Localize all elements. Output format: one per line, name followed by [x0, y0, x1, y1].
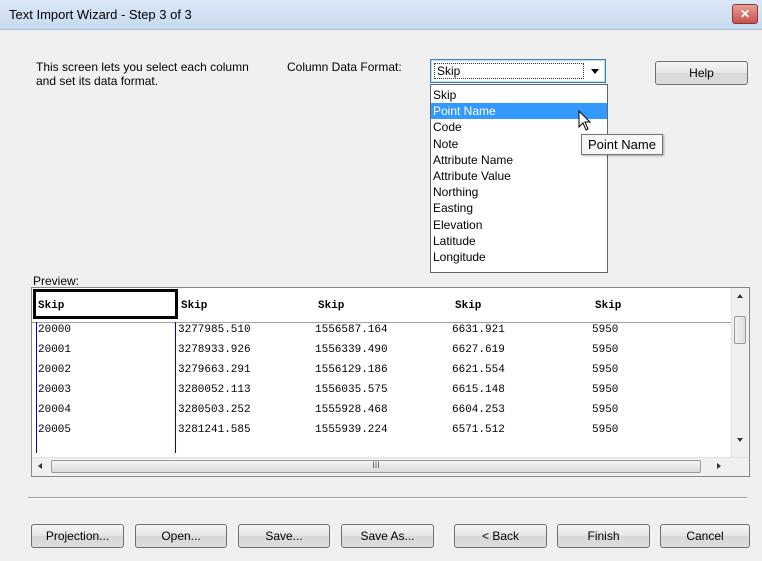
- tooltip: Point Name: [581, 134, 663, 155]
- table-cell: 6571.512: [452, 424, 505, 436]
- grid-header: Skip Skip Skip Skip Skip: [32, 288, 732, 323]
- table-cell: 3279663.291: [178, 364, 251, 376]
- back-button[interactable]: < Back: [454, 524, 547, 548]
- table-row: 20001 3278933.926 1556339.490 6627.619 5…: [32, 344, 732, 362]
- preview-grid[interactable]: Skip Skip Skip Skip Skip 20000 3277985.5…: [31, 287, 750, 477]
- table-cell: 1556587.164: [315, 324, 388, 336]
- table-cell: 1556339.490: [315, 344, 388, 356]
- column-header[interactable]: Skip: [318, 300, 344, 312]
- table-cell: 3277985.510: [178, 324, 251, 336]
- column-data-format-label: Column Data Format:: [287, 60, 402, 74]
- save-as-button[interactable]: Save As...: [341, 524, 434, 548]
- table-cell: 3281241.585: [178, 424, 251, 436]
- dropdown-option[interactable]: Easting: [431, 200, 607, 216]
- close-icon: ✕: [739, 7, 751, 21]
- window-title: Text Import Wizard - Step 3 of 3: [9, 7, 192, 22]
- vertical-scrollbar[interactable]: [731, 288, 749, 458]
- table-row: 20005 3281241.585 1555939.224 6571.512 5…: [32, 424, 732, 442]
- open-button[interactable]: Open...: [135, 524, 227, 548]
- projection-button[interactable]: Projection...: [31, 524, 124, 548]
- table-cell: 6627.619: [452, 344, 505, 356]
- description-text: This screen lets you select each column …: [36, 60, 249, 88]
- dropdown-option[interactable]: Latitude: [431, 233, 607, 249]
- table-cell: 20003: [38, 384, 72, 396]
- scroll-grip-icon: III: [372, 460, 380, 470]
- dropdown-option[interactable]: Skip: [431, 87, 607, 103]
- horizontal-scroll-thumb[interactable]: III: [51, 460, 701, 473]
- table-cell: 20001: [38, 344, 72, 356]
- table-cell: 1555928.468: [315, 404, 388, 416]
- column-header[interactable]: Skip: [181, 300, 207, 312]
- table-cell: 20000: [38, 324, 72, 336]
- scroll-down-icon[interactable]: [737, 438, 743, 442]
- table-cell: 20002: [38, 364, 72, 376]
- table-row: 20000 3277985.510 1556587.164 6631.921 5…: [32, 324, 732, 342]
- vertical-scroll-thumb[interactable]: [734, 316, 746, 344]
- table-cell: 5950: [592, 384, 619, 396]
- cancel-button[interactable]: Cancel: [660, 524, 750, 548]
- scroll-right-icon[interactable]: [717, 463, 721, 469]
- table-cell: 6604.253: [452, 404, 505, 416]
- title-bar: Text Import Wizard - Step 3 of 3 ✕: [0, 0, 762, 30]
- column-header[interactable]: Skip: [455, 300, 481, 312]
- selected-column-highlight: [33, 289, 178, 319]
- dropdown-option[interactable]: Elevation: [431, 217, 607, 233]
- table-row: 20002 3279663.291 1556129.186 6621.554 5…: [32, 364, 732, 382]
- horizontal-scrollbar[interactable]: III: [32, 457, 749, 476]
- table-cell: 6621.554: [452, 364, 505, 376]
- save-button[interactable]: Save...: [238, 524, 330, 548]
- table-row: 20003 3280052.113 1556035.575 6615.148 5…: [32, 384, 732, 402]
- dropdown-option[interactable]: Attribute Value: [431, 168, 607, 184]
- table-cell: 20005: [38, 424, 72, 436]
- help-button[interactable]: Help: [655, 61, 748, 85]
- table-cell: 3278933.926: [178, 344, 251, 356]
- table-cell: 3280503.252: [178, 404, 251, 416]
- preview-label: Preview:: [33, 274, 80, 288]
- table-cell: 5950: [592, 404, 619, 416]
- table-cell: 6615.148: [452, 384, 505, 396]
- table-cell: 1555939.224: [315, 424, 388, 436]
- table-cell: 5950: [592, 344, 619, 356]
- table-cell: 5950: [592, 364, 619, 376]
- scroll-left-icon[interactable]: [38, 463, 42, 469]
- table-cell: 1556129.186: [315, 364, 388, 376]
- finish-button[interactable]: Finish: [557, 524, 650, 548]
- column-data-format-select[interactable]: Skip: [430, 59, 606, 83]
- table-cell: 20004: [38, 404, 72, 416]
- table-cell: 1556035.575: [315, 384, 388, 396]
- dropdown-option[interactable]: Longitude: [431, 249, 607, 265]
- select-value: Skip: [434, 63, 584, 79]
- mouse-cursor-icon: [578, 110, 592, 131]
- table-cell: 6631.921: [452, 324, 505, 336]
- table-cell: 3280052.113: [178, 384, 251, 396]
- dropdown-option[interactable]: Northing: [431, 184, 607, 200]
- table-row: 20004 3280503.252 1555928.468 6604.253 5…: [32, 404, 732, 422]
- table-cell: 5950: [592, 424, 619, 436]
- scroll-up-icon[interactable]: [737, 294, 743, 298]
- table-cell: 5950: [592, 324, 619, 336]
- close-button[interactable]: ✕: [732, 4, 758, 24]
- chevron-down-icon[interactable]: [591, 69, 599, 74]
- column-header[interactable]: Skip: [595, 300, 621, 312]
- separator: [28, 497, 747, 499]
